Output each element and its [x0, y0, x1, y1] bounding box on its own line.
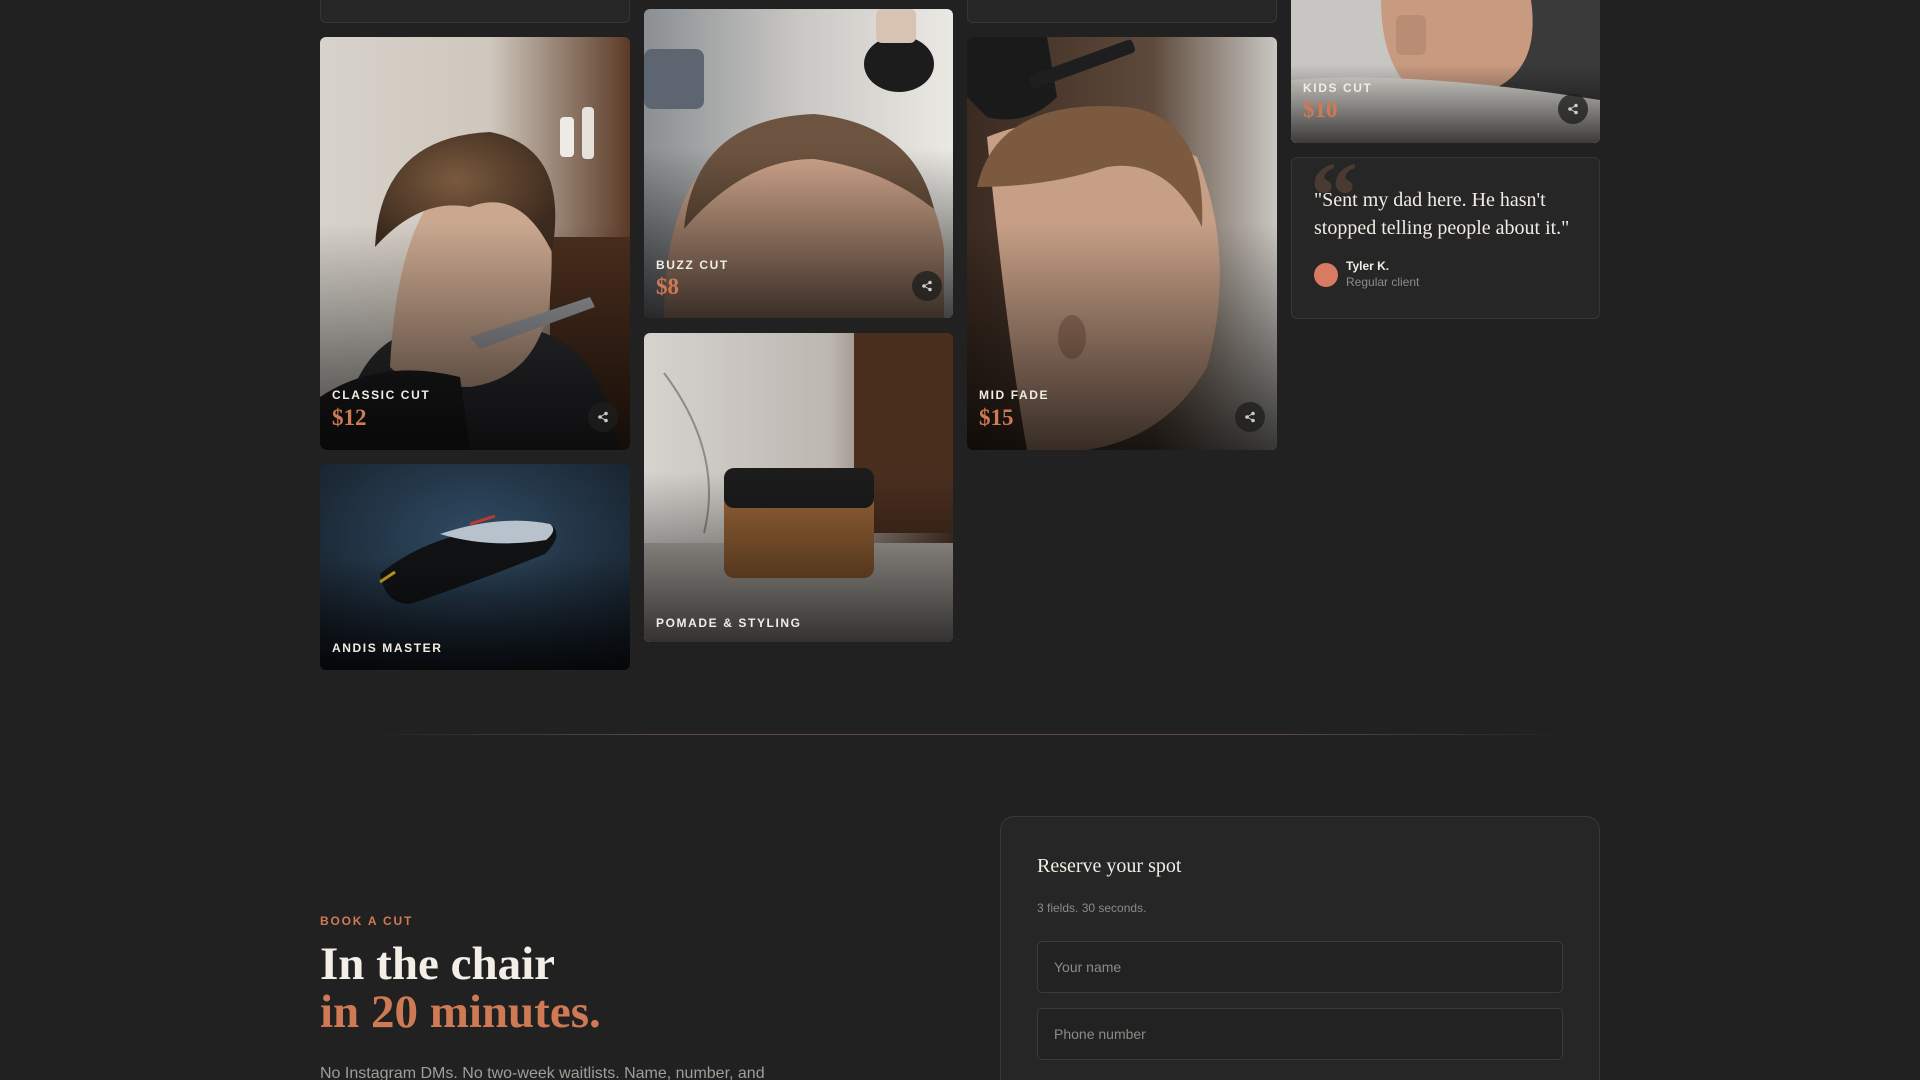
gallery-tile-kids-cut[interactable]: KIDS CUT $10 — [1291, 0, 1600, 143]
share-button[interactable] — [912, 271, 942, 301]
tile-price: $8 — [656, 274, 679, 299]
testimonial-quote: "Sent my dad here. He hasn't stopped tel… — [1314, 189, 1570, 239]
form-subtitle: 3 fields. 30 seconds. — [1037, 901, 1147, 915]
headline-line-1: In the chair — [320, 938, 555, 990]
gallery-tile-buzz-cut[interactable]: BUZZ CUT $8 — [644, 9, 953, 318]
name-field[interactable] — [1037, 941, 1563, 993]
tile-label: CLASSIC CUT — [332, 388, 431, 402]
tile-price: $15 — [979, 405, 1014, 430]
booking-form-card: Reserve your spot 3 fields. 30 seconds. — [1000, 816, 1600, 1080]
tile-label: MID FADE — [979, 388, 1050, 402]
gallery-tile-andis-master[interactable]: ANDIS MASTER — [320, 464, 630, 670]
section-lede: No Instagram DMs. No two-week waitlists.… — [320, 1065, 765, 1080]
testimonial-card: “ "Sent my dad here. He hasn't stopped t… — [1291, 148, 1600, 319]
phone-field[interactable] — [1037, 1008, 1563, 1060]
tile-price: $12 — [332, 405, 367, 430]
avatar — [1314, 263, 1338, 287]
section-divider — [360, 734, 1575, 735]
tile-label: KIDS CUT — [1303, 81, 1373, 95]
gallery-card-stub — [967, 0, 1277, 23]
tile-gradient — [320, 464, 630, 670]
gallery-card-stub — [320, 0, 630, 23]
section-headline: In the chair in 20 minutes. — [320, 940, 601, 1036]
tile-label: ANDIS MASTER — [332, 641, 443, 655]
tile-label: BUZZ CUT — [656, 258, 729, 272]
share-button[interactable] — [1235, 402, 1265, 432]
share-button[interactable] — [588, 402, 618, 432]
share-icon — [922, 280, 932, 292]
share-icon — [1245, 411, 1255, 423]
share-button[interactable] — [1558, 94, 1588, 124]
gallery-tile-mid-fade[interactable]: MID FADE $15 — [967, 37, 1277, 450]
gallery-tile-pomade[interactable]: POMADE & STYLING — [644, 333, 953, 642]
section-eyebrow: BOOK A CUT — [320, 914, 414, 928]
testimonial-author: Tyler K. — [1346, 259, 1390, 273]
form-title: Reserve your spot — [1037, 855, 1182, 877]
gallery-tile-classic-cut[interactable]: CLASSIC CUT $12 — [320, 37, 630, 450]
tile-price: $10 — [1303, 97, 1338, 122]
share-icon — [598, 411, 608, 423]
headline-line-2: in 20 minutes. — [320, 986, 601, 1038]
tile-gradient — [644, 333, 953, 642]
testimonial-role: Regular client — [1346, 275, 1420, 289]
share-icon — [1568, 103, 1578, 115]
tile-label: POMADE & STYLING — [656, 616, 802, 630]
